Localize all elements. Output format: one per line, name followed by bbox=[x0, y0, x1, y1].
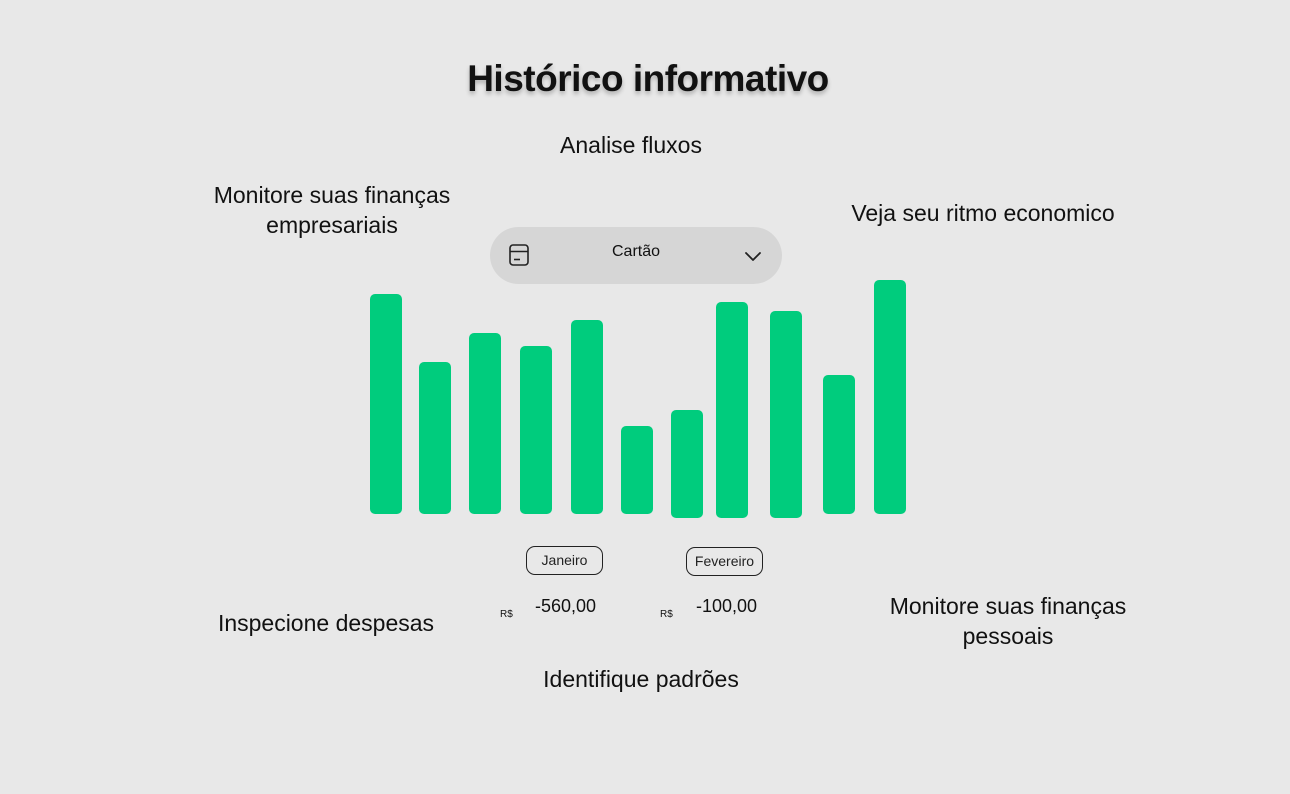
bar-9 bbox=[770, 311, 802, 518]
caption-identifique-padroes: Identifique padrões bbox=[543, 666, 739, 692]
bar-10 bbox=[823, 375, 855, 514]
caption-financas-pessoais: Monitore suas finanças pessoais bbox=[889, 593, 1127, 649]
bar-6 bbox=[621, 426, 653, 514]
amount-fevereiro: -100,00 bbox=[696, 596, 758, 616]
bar-11 bbox=[874, 280, 906, 514]
currency-label: R$ bbox=[660, 609, 673, 620]
bar-3 bbox=[469, 333, 501, 514]
amount-janeiro: -560,00 bbox=[535, 596, 597, 616]
currency-label: R$ bbox=[500, 609, 513, 620]
month-pill-fevereiro[interactable]: Fevereiro bbox=[686, 547, 763, 576]
bar-5 bbox=[571, 320, 603, 514]
caption-inspecione-despesas: Inspecione despesas bbox=[217, 610, 435, 636]
bar-4 bbox=[520, 346, 552, 514]
bar-1 bbox=[370, 294, 402, 514]
bar-8 bbox=[716, 302, 748, 518]
month-pill-janeiro[interactable]: Janeiro bbox=[526, 546, 603, 575]
bar-7 bbox=[671, 410, 703, 518]
bar-2 bbox=[419, 362, 451, 514]
